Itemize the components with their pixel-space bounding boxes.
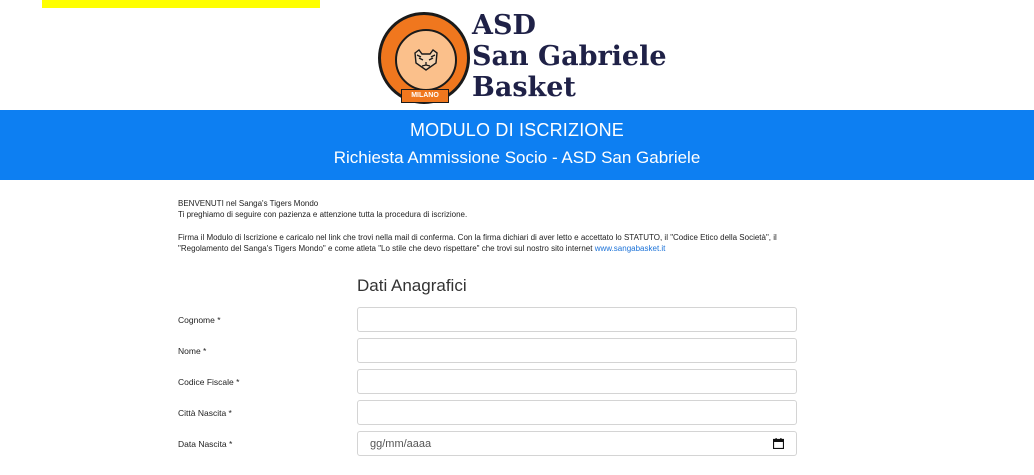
codice-fiscale-input[interactable] — [357, 369, 797, 394]
form-row-data-nascita: Data Nascita * gg/mm/aaaa — [0, 431, 1034, 459]
date-placeholder: gg/mm/aaaa — [370, 438, 432, 450]
welcome-text: BENVENUTI nel Sanga's Tigers Mondo — [178, 199, 319, 208]
tiger-badge-icon: MILANO — [378, 12, 470, 104]
tiger-face-icon — [414, 49, 438, 71]
form-row-cognome: Cognome * — [0, 307, 1034, 335]
logo-line-1: ASD — [472, 10, 536, 41]
page-subtitle: Richiesta Ammissione Socio - ASD San Gab… — [333, 148, 701, 167]
form-row-codice-fiscale: Codice Fiscale * — [0, 369, 1034, 397]
badge-inner — [395, 29, 457, 91]
intro-text: BENVENUTI nel Sanga's Tigers Mondo Ti pr… — [178, 198, 878, 254]
form-row-nome: Nome * — [0, 338, 1034, 366]
site-logo[interactable]: MILANO ASD San Gabriele Basket — [378, 10, 678, 110]
logo-line-2: San Gabriele — [472, 41, 667, 72]
data-nascita-label: Data Nascita * — [178, 439, 233, 449]
codice-fiscale-label: Codice Fiscale * — [178, 377, 240, 387]
badge-ribbon: MILANO — [401, 89, 449, 103]
instructions-text: Ti preghiamo di seguire con pazienza e a… — [178, 210, 468, 219]
logo-text: ASD San Gabriele Basket — [472, 10, 667, 103]
page-title: MODULO DI ISCRIZIONE — [409, 120, 624, 140]
nome-label: Nome * — [178, 346, 207, 356]
calendar-icon[interactable] — [773, 438, 784, 449]
section-title: Dati Anagrafici — [357, 276, 467, 295]
logo-line-3: Basket — [472, 72, 576, 103]
form-row-citta-nascita: Città Nascita * — [0, 400, 1034, 428]
nome-input[interactable] — [357, 338, 797, 363]
data-nascita-input[interactable]: gg/mm/aaaa — [357, 431, 797, 456]
highlighted-text-fragment — [42, 0, 320, 8]
citta-nascita-input[interactable] — [357, 400, 797, 425]
sign-text-line-1: Firma il Modulo di Iscrizione e caricalo… — [178, 233, 777, 242]
cognome-input[interactable] — [357, 307, 797, 332]
sign-text-line-2-body: "Regolamento del Sanga's Tigers Mondo" e… — [178, 244, 593, 253]
citta-nascita-label: Città Nascita * — [178, 408, 232, 418]
top-cropped-text-bar — [0, 0, 1034, 9]
site-link[interactable]: www.sangabasket.it — [595, 244, 666, 253]
page-banner: MODULO DI ISCRIZIONE Richiesta Ammission… — [0, 110, 1034, 180]
sign-text-line-2: "Regolamento del Sanga's Tigers Mondo" e… — [178, 243, 878, 254]
cognome-label: Cognome * — [178, 315, 221, 325]
